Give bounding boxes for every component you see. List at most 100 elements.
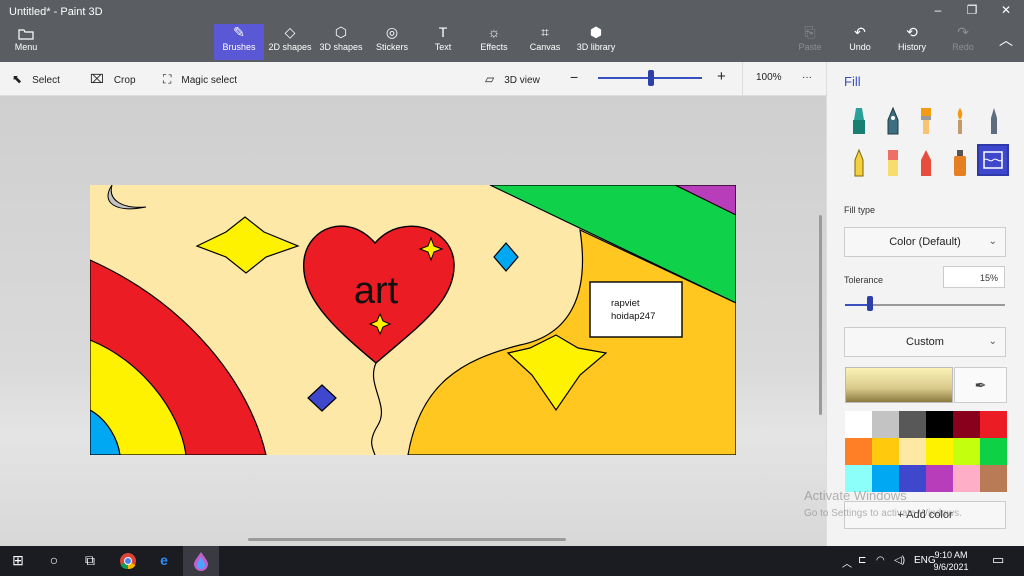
magic-select-icon: ⛶	[163, 72, 172, 86]
minimize-button[interactable]: –	[921, 3, 955, 17]
tool-3d-shapes[interactable]: ⬡ 3D shapes	[318, 24, 364, 60]
tool-text[interactable]: T Text	[424, 24, 462, 60]
activate-windows-subtitle: Go to Settings to activate Windows.	[804, 508, 962, 519]
fill-type-value: Color (Default)	[889, 236, 961, 248]
redo-button[interactable]: ↷ Redo	[948, 24, 978, 60]
pixel-pen-icon[interactable]	[981, 106, 1007, 136]
color-swatch[interactable]	[899, 438, 926, 465]
task-view-icon[interactable]: ⧉	[78, 552, 102, 569]
oil-brush-icon[interactable]	[913, 106, 939, 136]
color-swatch[interactable]	[980, 438, 1007, 465]
select-button[interactable]: ⬉ Select	[12, 72, 60, 86]
color-swatch[interactable]	[980, 465, 1007, 492]
color-swatch[interactable]	[926, 411, 953, 438]
notification-icon[interactable]: ▭	[992, 552, 1004, 568]
clock-time: 9:10 AM	[934, 550, 968, 560]
wifi-icon[interactable]: ◠	[876, 555, 885, 566]
tolerance-slider-thumb[interactable]	[867, 296, 873, 311]
note-line-2: hoidap247	[611, 311, 655, 322]
redo-label: Redo	[952, 42, 974, 52]
crop-button[interactable]: ⌧ Crop	[90, 72, 136, 86]
tool-canvas[interactable]: ⌗ Canvas	[526, 24, 564, 60]
clock[interactable]: 9:10 AM 9/6/2021	[930, 549, 972, 573]
tool-label: 3D shapes	[319, 42, 363, 52]
color-swatch[interactable]	[926, 465, 953, 492]
spray-can-icon[interactable]	[947, 148, 973, 178]
menu-button[interactable]: Menu	[6, 28, 46, 52]
calligraphy-pen-icon[interactable]	[880, 106, 906, 136]
zoom-level[interactable]: 100%	[756, 72, 782, 83]
magic-select-button[interactable]: ⛶ Magic select	[163, 72, 237, 87]
color-preset-dropdown[interactable]: Custom ⌄	[844, 327, 1006, 357]
color-swatch[interactable]	[980, 411, 1007, 438]
paste-label: Paste	[798, 42, 822, 52]
fill-type-dropdown[interactable]: Color (Default) ⌄	[844, 227, 1006, 257]
tolerance-input[interactable]: 15%	[943, 266, 1005, 288]
tool-stickers[interactable]: ◎ Stickers	[370, 24, 414, 60]
watercolor-icon[interactable]	[947, 106, 973, 136]
color-swatch[interactable]	[953, 438, 980, 465]
more-options-button[interactable]: ···	[802, 72, 812, 83]
windows-start-icon[interactable]: ⊞	[6, 552, 30, 569]
drawing-canvas[interactable]: art rapviet hoidap247	[90, 185, 736, 455]
activate-windows-title: Activate Windows	[804, 488, 907, 503]
color-swatch[interactable]	[926, 438, 953, 465]
eyedropper-button[interactable]: ✒	[954, 367, 1007, 403]
folder-icon	[18, 29, 34, 40]
zoom-in-button[interactable]: +	[717, 68, 726, 85]
search-icon[interactable]: ○	[42, 552, 66, 568]
horizontal-scrollbar[interactable]	[248, 538, 566, 541]
color-swatch[interactable]	[845, 411, 872, 438]
fill-panel: Fill Fill type Color (Default) ⌄ Toleran…	[826, 62, 1024, 546]
color-swatch[interactable]	[953, 411, 980, 438]
tool-label: Effects	[480, 42, 508, 52]
edge-icon[interactable]: e	[152, 552, 176, 568]
2d-shapes-icon: ◇	[284, 24, 296, 40]
marker-icon[interactable]	[846, 106, 872, 136]
tool-2d-shapes[interactable]: ◇ 2D shapes	[266, 24, 314, 60]
zoom-slider-thumb[interactable]	[648, 70, 654, 86]
menu-label: Menu	[14, 42, 38, 52]
history-label: History	[897, 42, 926, 52]
undo-button[interactable]: ↶ Undo	[844, 24, 876, 60]
eyedropper-icon: ✒	[974, 377, 987, 393]
color-swatch[interactable]	[899, 411, 926, 438]
fill-bucket-tool[interactable]	[977, 144, 1009, 176]
crop-icon: ⌧	[90, 72, 104, 86]
chrome-icon[interactable]	[116, 552, 140, 573]
paste-button[interactable]: ⎘ Paste	[794, 24, 826, 60]
undo-label: Undo	[849, 42, 871, 52]
title-bar: Untitled* - Paint 3D – ❐ ✕ Menu ✎ Brushe…	[0, 0, 1024, 62]
tool-brushes[interactable]: ✎ Brushes	[214, 24, 264, 60]
pencil-icon[interactable]	[846, 148, 872, 178]
divider	[742, 62, 743, 95]
chevron-up-icon[interactable]: ︿	[842, 555, 852, 570]
tool-label: Brushes	[222, 42, 256, 52]
maximize-button[interactable]: ❐	[955, 3, 989, 17]
color-swatch[interactable]	[872, 411, 899, 438]
chevron-up-icon: ︿	[999, 32, 1013, 48]
color-swatch[interactable]	[845, 438, 872, 465]
tool-label: 3D library	[576, 42, 616, 52]
eraser-icon[interactable]	[880, 148, 906, 178]
network-icon[interactable]: ⊏	[858, 555, 866, 566]
volume-icon[interactable]: ◁)	[894, 555, 905, 566]
history-button[interactable]: ⟲ History	[894, 24, 930, 60]
tool-effects[interactable]: ☼ Effects	[474, 24, 514, 60]
zoom-out-button[interactable]: −	[570, 69, 578, 85]
3d-view-button[interactable]: ▱ 3D view	[485, 72, 540, 86]
selection-toolbar: ⬉ Select ⌧ Crop ⛶ Magic select ▱ 3D view − +…	[0, 62, 826, 96]
current-color-swatch[interactable]	[845, 367, 953, 403]
artwork: art rapviet hoidap247	[90, 185, 736, 455]
crayon-icon[interactable]	[913, 148, 939, 178]
redo-icon: ↷	[957, 24, 969, 40]
color-swatch[interactable]	[953, 465, 980, 492]
note-line-1: rapviet	[611, 298, 640, 309]
tool-3d-library[interactable]: ⬢ 3D library	[574, 24, 618, 60]
color-swatch[interactable]	[872, 438, 899, 465]
close-button[interactable]: ✕	[989, 3, 1023, 17]
color-palette	[845, 411, 1007, 492]
paint3d-taskbar-item[interactable]	[183, 546, 219, 576]
vertical-scrollbar[interactable]	[819, 215, 822, 415]
text-box	[589, 281, 683, 338]
